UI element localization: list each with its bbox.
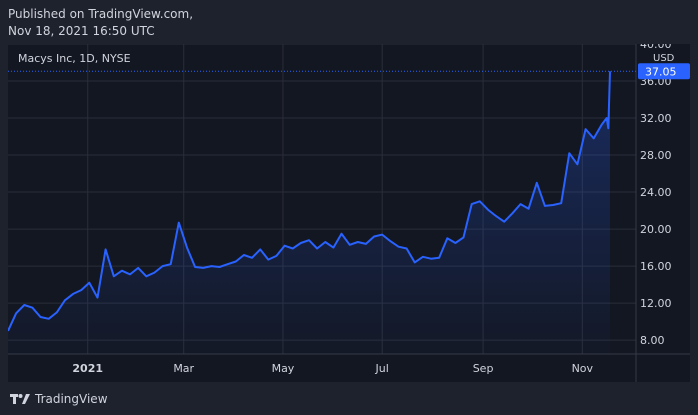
y-axis-unit: USD [653, 53, 675, 64]
x-tick-label: Jul [375, 362, 389, 375]
price-chart[interactable]: 40.0036.0032.0028.0024.0020.0016.0012.00… [8, 44, 690, 382]
published-line-2: Nov 18, 2021 16:50 UTC [8, 24, 155, 38]
chart-panel[interactable]: 40.00 36.00 32.00 28.00 24.00 20.00 16.00 12.00… [8, 44, 690, 382]
y-tick-label: 8.00 [640, 334, 665, 347]
published-line-1: Published on TradingView.com, [8, 7, 194, 21]
y-tick-label: 24.00 [640, 186, 672, 199]
y-tick-label: 16.00 [640, 260, 672, 273]
x-tick-label: Mar [173, 362, 194, 375]
published-info: Published on TradingView.com, Nov 18, 20… [8, 6, 308, 40]
y-tick-label: 40.00 [640, 44, 672, 51]
last-price-label: 37.05 [645, 65, 677, 78]
series-area [8, 71, 610, 355]
y-tick-label: 20.00 [640, 223, 672, 236]
x-tick-label: May [272, 362, 295, 375]
tradingview-brand: TradingView [35, 392, 108, 406]
footer: TradingView [10, 389, 108, 409]
x-tick-label: 2021 [72, 362, 103, 375]
symbol-label: Macys Inc, 1D, NYSE [18, 52, 131, 65]
x-tick-label: Nov [572, 362, 594, 375]
tradingview-logo-icon [10, 394, 30, 404]
y-tick-label: 28.00 [640, 149, 672, 162]
y-tick-label: 32.00 [640, 112, 672, 125]
y-tick-label: 12.00 [640, 297, 672, 310]
x-tick-label: Sep [473, 362, 494, 375]
